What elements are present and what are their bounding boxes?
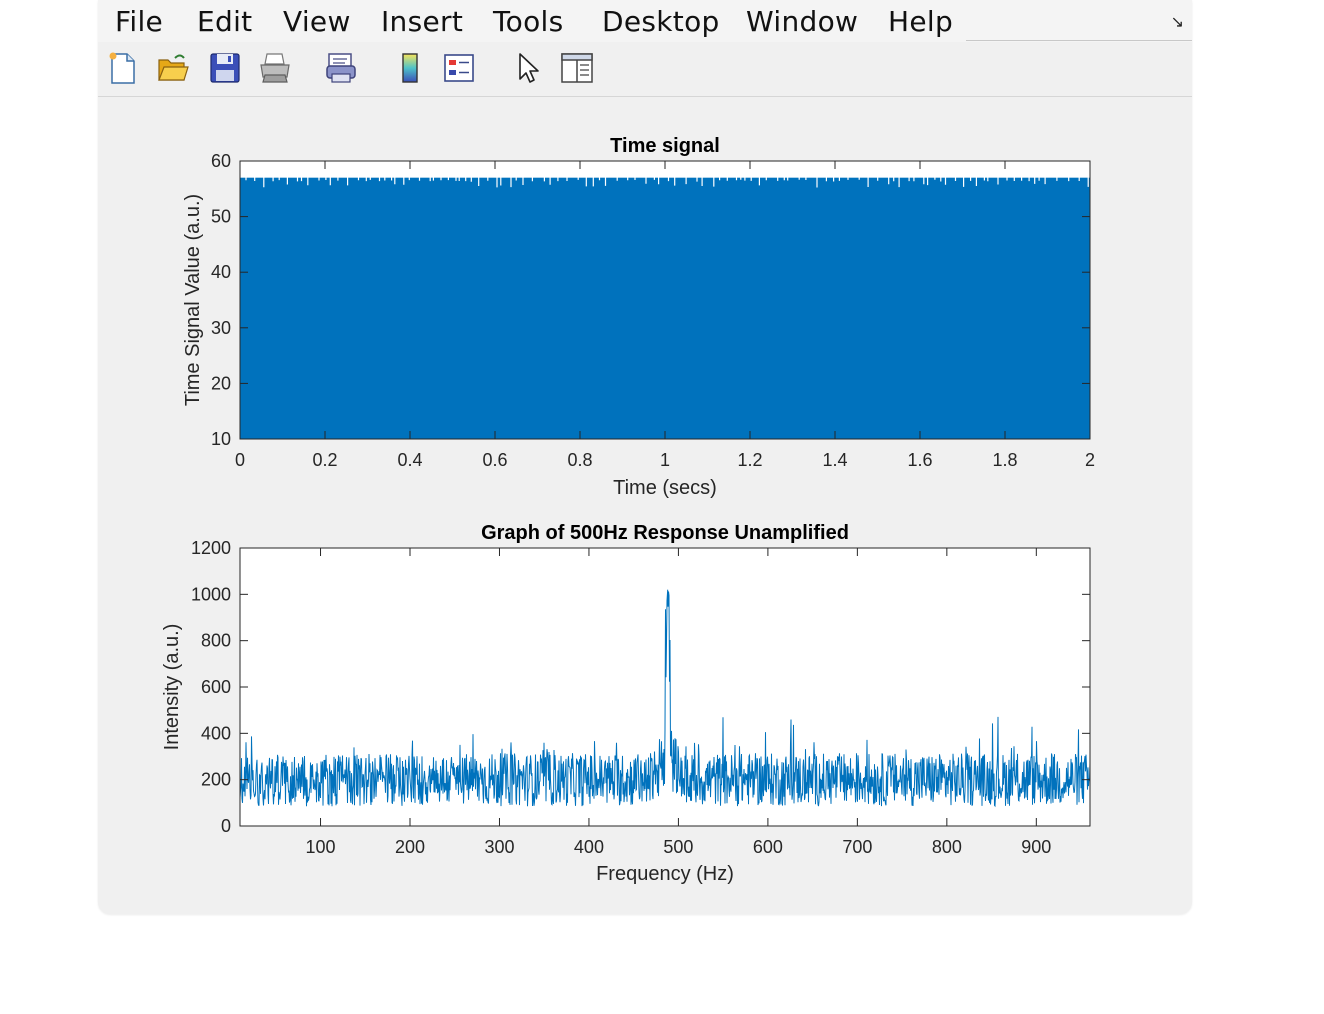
x-tick-label: 400 [574,837,604,857]
y-tick-label: 60 [211,151,231,171]
x-tick-label: 500 [663,837,693,857]
y-tick-label: 0 [221,816,231,836]
y-tick-label: 50 [211,207,231,227]
x-tick-labels: 0 0.2 0.4 0.6 0.8 1 1.2 1.4 1.6 1.8 2 [235,450,1095,470]
x-tick-label: 600 [753,837,783,857]
y-tick-label: 600 [201,677,231,697]
y-tick-label: 10 [211,429,231,449]
x-tick-label: 2 [1085,450,1095,470]
axes-frequency-response[interactable]: Graph of 500Hz Response Unamplified Freq… [161,522,1091,885]
x-tick-label: 100 [306,837,336,857]
axes-time-signal[interactable]: Time signal Time (secs) Time Signal Valu… [182,135,1095,499]
x-tick-label: 700 [842,837,872,857]
x-tick-label: 900 [1021,837,1051,857]
y-tick-label: 800 [201,631,231,651]
chart-title: Time signal [610,135,720,157]
x-tick-label: 0.8 [567,450,592,470]
chart-title: Graph of 500Hz Response Unamplified [481,522,849,544]
x-tick-label: 200 [395,837,425,857]
x-tick-labels: 100 200 300 400 500 600 700 800 900 [306,837,1052,857]
y-tick-label: 1200 [191,538,231,558]
x-tick-label: 1 [660,450,670,470]
y-tick-label: 200 [201,770,231,790]
y-axis-label: Intensity (a.u.) [161,624,183,751]
y-tick-label: 30 [211,318,231,338]
x-axis-label: Frequency (Hz) [596,863,734,885]
x-tick-label: 1.8 [992,450,1017,470]
x-tick-label: 1.4 [822,450,847,470]
y-axis-label: Time Signal Value (a.u.) [182,194,204,406]
y-tick-labels: 0 200 400 600 800 1000 1200 [191,538,231,836]
x-tick-label: 800 [932,837,962,857]
figure-plots: Time signal Time (secs) Time Signal Valu… [161,135,1095,885]
x-tick-label: 0.4 [397,450,422,470]
y-tick-label: 400 [201,723,231,743]
x-tick-label: 0.6 [482,450,507,470]
y-tick-label: 1000 [191,584,231,604]
x-tick-label: 300 [484,837,514,857]
signal-band [240,177,1090,439]
time-signal-series [240,177,1090,439]
y-tick-labels: 10 20 30 40 50 60 [211,151,231,449]
x-axis-label: Time (secs) [613,477,717,499]
x-tick-label: 0 [235,450,245,470]
y-tick-label: 20 [211,373,231,393]
x-tick-label: 1.6 [907,450,932,470]
x-tick-label: 1.2 [737,450,762,470]
x-tick-label: 0.2 [312,450,337,470]
y-tick-label: 40 [211,262,231,282]
